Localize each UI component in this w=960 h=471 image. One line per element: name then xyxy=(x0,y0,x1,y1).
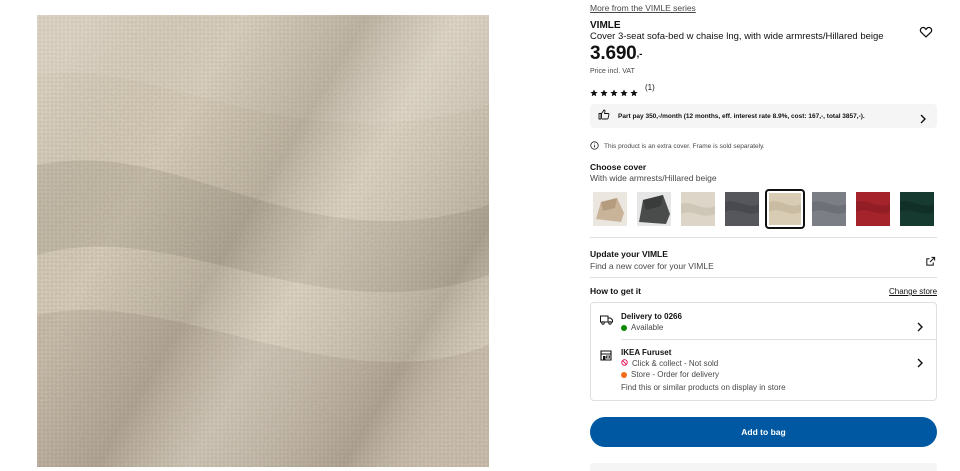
vat-note: Price incl. VAT xyxy=(590,68,635,75)
chevron-right-icon xyxy=(916,319,924,337)
delivery-status-text: Available xyxy=(631,323,664,332)
store-order-text: Store - Order for delivery xyxy=(631,370,720,379)
price-decimal: ,- xyxy=(636,49,643,60)
extra-cover-info: This product is an extra cover. Frame is… xyxy=(590,137,765,155)
star-icon xyxy=(610,84,618,96)
cover-swatches xyxy=(590,189,937,229)
store-display-text: Find this or similar products on display… xyxy=(621,383,786,392)
swatch-light-beige[interactable] xyxy=(681,192,715,226)
how-to-get-it-heading: How to get it xyxy=(590,286,641,296)
not-allowed-icon xyxy=(621,359,628,368)
store-order-status: Store - Order for delivery xyxy=(621,370,719,379)
availability-box: Delivery to 0266 Available IKEA Furuset … xyxy=(590,302,937,401)
series-link[interactable]: More from the VIMLE series xyxy=(590,3,696,13)
divider xyxy=(590,277,937,278)
store-icon xyxy=(600,348,612,366)
choose-cover-title: Choose cover xyxy=(590,162,647,172)
delivery-title: Delivery to 0266 xyxy=(621,312,682,321)
part-pay-banner[interactable]: Part pay 350,-/month (12 months, eff. in… xyxy=(590,104,937,128)
swatch-dark-red[interactable] xyxy=(856,192,890,226)
external-link-icon[interactable] xyxy=(925,254,936,272)
swatch-grey[interactable] xyxy=(812,192,846,226)
status-dot-order xyxy=(621,371,627,378)
chevron-right-icon xyxy=(916,355,924,373)
delivery-status: Available xyxy=(621,323,663,332)
thumbs-up-icon xyxy=(598,107,610,125)
selected-cover-name: With wide armrests/Hillared beige xyxy=(590,173,717,183)
product-description: Cover 3-seat sofa-bed w chaise lng, with… xyxy=(590,31,884,42)
info-icon xyxy=(590,137,599,155)
truck-icon xyxy=(600,312,613,330)
chevron-right-icon xyxy=(919,111,927,129)
bottom-panel-edge xyxy=(590,463,937,471)
click-collect-status: Click & collect - Not sold xyxy=(621,359,718,368)
swatch-dark-green[interactable] xyxy=(900,192,934,226)
extra-cover-text: This product is an extra cover. Frame is… xyxy=(604,142,765,150)
star-icon xyxy=(590,84,598,96)
star-icon xyxy=(630,84,638,96)
rating[interactable]: (1) xyxy=(590,83,655,96)
store-row[interactable]: IKEA Furuset Click & collect - Not sold … xyxy=(591,340,936,400)
star-icon xyxy=(600,84,608,96)
part-pay-text: Part pay 350,-/month (12 months, eff. in… xyxy=(618,112,865,120)
divider xyxy=(590,237,937,238)
swatch-anthracite[interactable] xyxy=(725,192,759,226)
swatch-hillared-beige[interactable] xyxy=(765,189,805,229)
store-title: IKEA Furuset xyxy=(621,348,672,357)
click-collect-text: Click & collect - Not sold xyxy=(632,359,719,368)
store-display-note: Find this or similar products on display… xyxy=(621,383,786,392)
update-title[interactable]: Update your VIMLE xyxy=(590,249,668,259)
status-dot-available xyxy=(621,324,627,331)
heart-outline-icon[interactable] xyxy=(919,25,933,39)
swatch-beige-natural[interactable] xyxy=(593,192,627,226)
delivery-row[interactable]: Delivery to 0266 Available xyxy=(591,303,936,339)
product-brand: VIMLE xyxy=(590,20,621,31)
product-image[interactable] xyxy=(37,15,489,467)
rating-count: (1) xyxy=(645,83,655,92)
change-store-link[interactable]: Change store xyxy=(889,287,937,296)
swatch-dark-grey[interactable] xyxy=(637,192,671,226)
update-subtitle: Find a new cover for your VIMLE xyxy=(590,261,714,271)
add-to-bag-button[interactable]: Add to bag xyxy=(590,417,937,447)
price-main: 3.690 xyxy=(590,43,637,64)
star-icon xyxy=(620,84,628,96)
product-price: 3.690,- xyxy=(590,43,642,65)
